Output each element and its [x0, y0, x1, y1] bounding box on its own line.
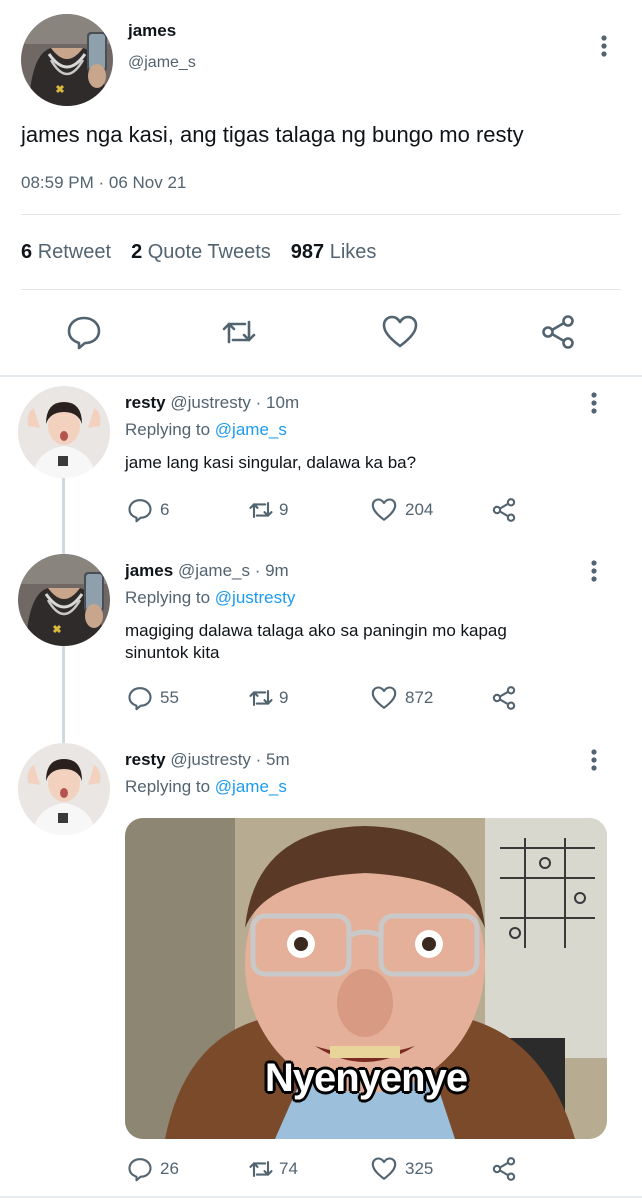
like-count: 872: [405, 688, 434, 707]
media-caption: Nyenyenye: [264, 1056, 468, 1100]
retweet-stat[interactable]: 6 Retweet: [21, 241, 111, 263]
reply-action[interactable]: 26: [126, 1155, 179, 1183]
retweet-count: 6: [21, 241, 33, 263]
main-tweet: james @jame_s james nga kasi, ang tigas …: [0, 0, 642, 376]
quote-count: 2: [131, 241, 143, 263]
retweet-count: 9: [279, 500, 289, 519]
share-icon[interactable]: [490, 496, 518, 524]
share-icon[interactable]: [538, 312, 578, 352]
author-name[interactable]: resty: [125, 393, 166, 412]
thread-line: [62, 478, 65, 554]
like-action[interactable]: 204: [369, 496, 433, 524]
replying-to: Replying to @justresty: [125, 588, 295, 608]
like-icon[interactable]: [380, 312, 420, 352]
retweet-count: 74: [279, 1159, 298, 1178]
reply-header: resty @justresty · 10m: [125, 393, 299, 413]
retweet-count: 9: [279, 688, 289, 707]
share-icon[interactable]: [490, 1155, 518, 1183]
retweet-action[interactable]: 9: [245, 496, 288, 524]
like-action[interactable]: 872: [369, 684, 433, 712]
reply-header: resty @justresty · 5m: [125, 750, 290, 770]
avatar[interactable]: [18, 554, 110, 646]
like-count: 204: [405, 500, 434, 519]
quote-label: Quote Tweets: [147, 241, 271, 263]
retweet-action[interactable]: 9: [245, 684, 288, 712]
tweet-stats: 6 Retweet 2 Quote Tweets 987 Likes: [21, 241, 376, 264]
reply-count: 26: [160, 1159, 179, 1178]
replying-to-link[interactable]: @justresty: [215, 588, 296, 607]
avatar[interactable]: [18, 743, 110, 835]
more-options-icon[interactable]: [586, 391, 602, 415]
author-meta: @justresty · 10m: [170, 393, 300, 412]
section-divider: [0, 1196, 642, 1198]
reply-icon[interactable]: [64, 312, 104, 352]
retweet-label: Retweet: [37, 241, 112, 263]
reply-count: 55: [160, 688, 179, 707]
reply-count: 6: [160, 500, 170, 519]
avatar[interactable]: [21, 14, 113, 106]
quote-stat[interactable]: 2 Quote Tweets: [131, 241, 271, 263]
reply-text: jame lang kasi singular, dalawa ka ba?: [125, 453, 417, 472]
like-action[interactable]: 325: [369, 1155, 433, 1183]
retweet-icon[interactable]: [219, 312, 259, 352]
reply-header: james @jame_s · 9m: [125, 561, 289, 581]
retweet-action[interactable]: 74: [245, 1155, 298, 1183]
divider: [21, 289, 621, 290]
replying-label: Replying to: [125, 420, 211, 439]
more-options-icon[interactable]: [586, 748, 602, 772]
likes-stat[interactable]: 987 Likes: [291, 241, 377, 263]
likes-label: Likes: [329, 241, 377, 263]
author-meta: @jame_s · 9m: [177, 561, 289, 580]
reply-action[interactable]: 55: [126, 684, 179, 712]
replying-to: Replying to @jame_s: [125, 420, 287, 440]
replying-to-link[interactable]: @jame_s: [215, 777, 287, 796]
reply-text: magiging dalawa talaga ako sa paningin m…: [125, 621, 507, 662]
reply-action[interactable]: 6: [126, 496, 169, 524]
divider: [21, 214, 621, 215]
author-name[interactable]: resty: [125, 750, 166, 769]
more-options-icon[interactable]: [586, 559, 602, 583]
replying-to: Replying to @jame_s: [125, 777, 287, 797]
more-options-icon[interactable]: [596, 34, 612, 58]
like-count: 325: [405, 1159, 434, 1178]
likes-count: 987: [290, 241, 325, 263]
replying-label: Replying to: [125, 777, 211, 796]
tweet-timestamp: 08:59 PM · 06 Nov 21: [21, 173, 187, 192]
tweet-text: james nga kasi, ang tigas talaga ng bung…: [21, 122, 524, 147]
share-icon[interactable]: [490, 684, 518, 712]
thread-line: [62, 646, 65, 743]
author-name[interactable]: james: [125, 561, 173, 580]
author-meta: @justresty · 5m: [170, 750, 290, 769]
reply-media-image[interactable]: Nyenyenye: [125, 818, 607, 1139]
replying-label: Replying to: [125, 588, 211, 607]
section-divider: [0, 375, 642, 377]
author-handle[interactable]: @jame_s: [128, 54, 196, 72]
replying-to-link[interactable]: @jame_s: [215, 420, 287, 439]
author-name[interactable]: james: [128, 21, 176, 41]
avatar[interactable]: [18, 386, 110, 478]
